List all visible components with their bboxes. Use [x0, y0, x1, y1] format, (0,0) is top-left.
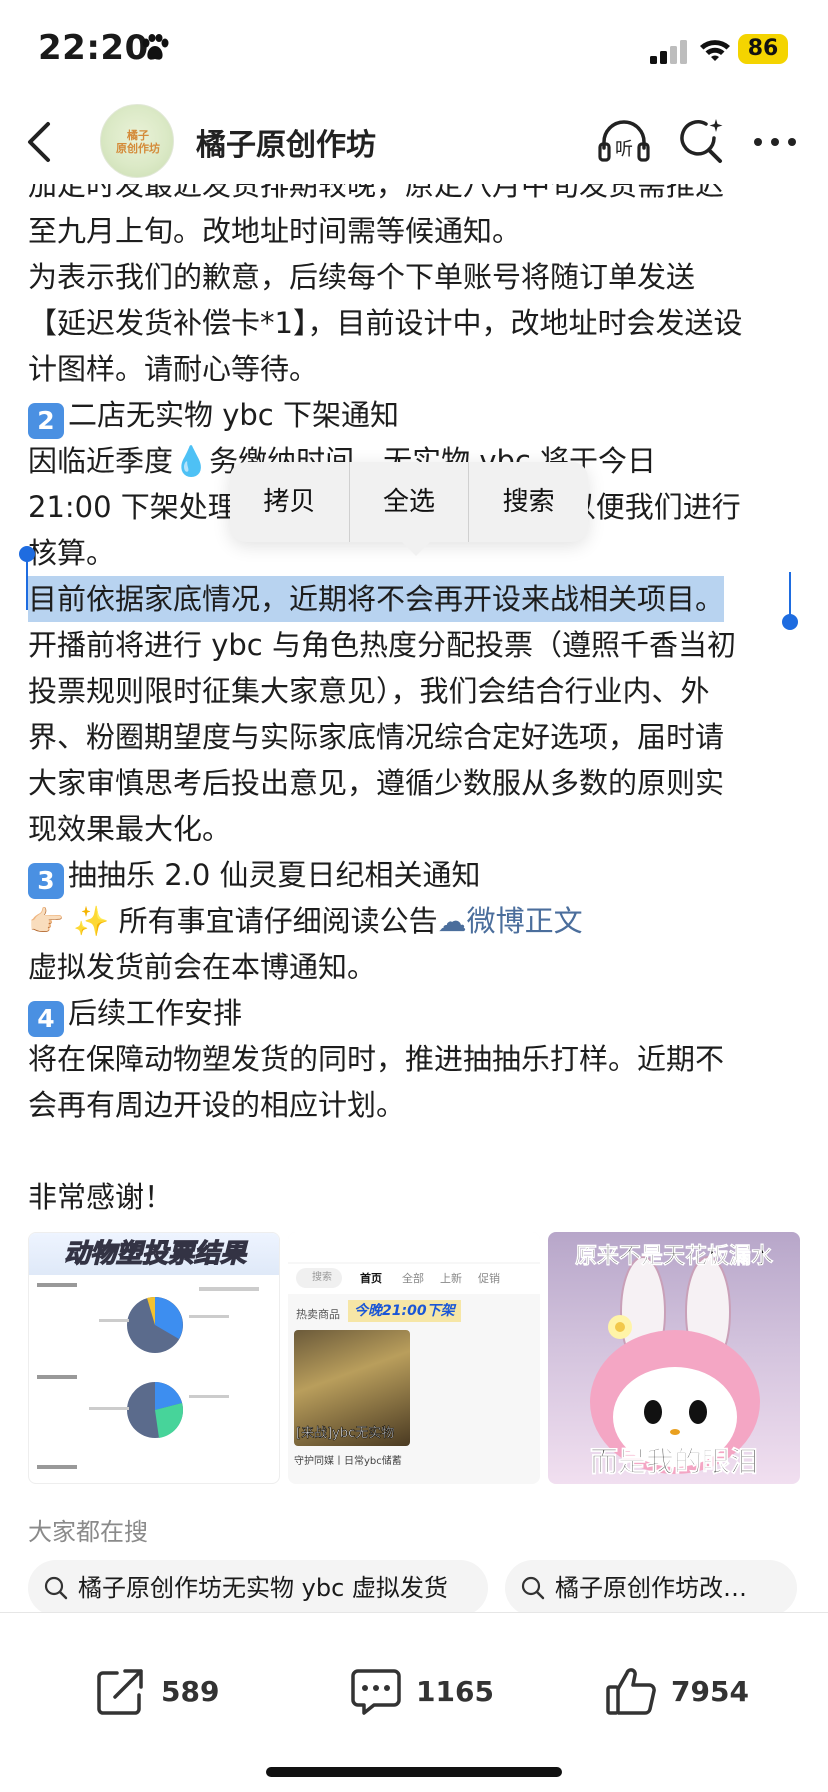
comment-count: 1165: [416, 1674, 494, 1708]
number-2-icon: 2: [28, 403, 64, 439]
post-line: 加定时发最近发货排期较晚，原定八月中旬发货需推迟: [28, 184, 725, 202]
image-meme[interactable]: 原来不是天花板漏水 而是我的眼泪: [548, 1232, 800, 1484]
copy-button[interactable]: 拷贝: [230, 462, 349, 542]
trending-searches-title: 大家都在搜: [28, 1518, 148, 1546]
share-count: 589: [161, 1674, 220, 1708]
search-icon: [521, 1576, 545, 1600]
comment-icon: [351, 1669, 401, 1715]
post-line: 开播前将进行 ybc 与角色热度分配投票（遵照千香当初: [28, 628, 736, 662]
section-heading-2: 2 二店无实物 ybc 下架通知: [28, 392, 808, 439]
back-icon[interactable]: [22, 120, 58, 164]
post-line: 计图样。请耐心等待。: [28, 352, 319, 386]
post-line: 现效果最大化。: [28, 812, 232, 846]
post-line: 将在保障动物塑发货的同时，推进抽抽乐打样。近期不: [28, 1042, 725, 1076]
avatar-text: 橘子 原创作坊: [116, 129, 160, 155]
post-images: 动物塑投票结果 搜索 首页 全部 上新 促销 热卖商品 今晚21:00下架 [来…: [28, 1232, 800, 1484]
like-button[interactable]: 7954: [605, 1663, 749, 1719]
selection-handle-end[interactable]: [782, 614, 798, 630]
selection-caret-end: [789, 572, 791, 616]
listen-icon[interactable]: 听: [597, 116, 651, 166]
weibo-link[interactable]: ☁微博正文: [438, 904, 583, 938]
image-shop-listing[interactable]: 搜索 首页 全部 上新 促销 热卖商品 今晚21:00下架 [来战]ybc无实物…: [288, 1232, 540, 1484]
selected-text[interactable]: 目前依据家底情况，近期将不会再开设来战相关项目。: [28, 576, 808, 622]
post-line: 👉🏻 ✨ 所有事宜请仔细阅读公告☁微博正文: [28, 904, 583, 938]
nav-bar: 橘子 原创作坊 橘子原创作坊 听: [0, 100, 828, 184]
link-cloud-icon: ☁: [437, 904, 467, 938]
share-icon: [97, 1669, 143, 1715]
like-count: 7954: [671, 1674, 749, 1708]
paw-icon: [142, 34, 169, 60]
more-icon[interactable]: [752, 136, 798, 148]
post-line: 大家审慎思考后投出意见，遵循少数服从多数的原则实: [28, 766, 725, 800]
select-all-button[interactable]: 全选: [350, 462, 469, 542]
post-line: 至九月上旬。改地址时间需等候通知。: [28, 214, 522, 248]
thumbs-up-icon: [606, 1668, 656, 1715]
battery-indicator: 86: [738, 34, 788, 64]
section-heading-4: 4 后续工作安排: [28, 990, 808, 1037]
account-name[interactable]: 橘子原创作坊: [196, 120, 376, 164]
pie-charts-graphic: [37, 1283, 259, 1469]
home-indicator: [266, 1767, 562, 1777]
shop-search-field: 搜索: [296, 1268, 342, 1288]
selection-caret-start: [26, 560, 28, 610]
post-line: 【延迟发货补偿卡*1】，目前设计中，改地址时会发送设: [28, 306, 743, 340]
status-time: 22:20: [38, 28, 149, 68]
wifi-icon: [700, 40, 730, 61]
search-suggestion-chip[interactable]: 橘子原创作坊无实物 ybc 虚拟发货: [28, 1560, 488, 1616]
avatar[interactable]: 橘子 原创作坊: [100, 104, 174, 178]
post-line: 会再有周边开设的相应计划。: [28, 1088, 406, 1122]
number-4-icon: 4: [28, 1001, 64, 1037]
number-3-icon: 3: [28, 863, 64, 899]
search-suggestion-chip[interactable]: 橘子原创作坊改…: [505, 1560, 797, 1616]
comment-button[interactable]: 1165: [350, 1663, 494, 1719]
post-line: 非常感谢！: [28, 1180, 174, 1214]
search-icon[interactable]: [676, 116, 726, 166]
image-vote-results[interactable]: 动物塑投票结果: [28, 1232, 280, 1484]
bottom-action-bar: 589 1165 7954: [0, 1612, 828, 1792]
post-line: 界、粉圈期望度与实际家底情况综合定好选项，届时请: [28, 720, 725, 754]
post-line: 投票规则限时征集大家意见），我们会结合行业内、外: [28, 674, 710, 708]
post-line: 虚拟发货前会在本博通知。: [28, 950, 377, 984]
post-line: 为表示我们的歉意，后续每个下单账号将随订单发送: [28, 260, 696, 294]
search-icon: [44, 1576, 68, 1600]
svg-text:听: 听: [615, 139, 633, 160]
section-heading-3: 3 抽抽乐 2.0 仙灵夏日纪相关通知: [28, 852, 808, 899]
status-bar: 22:20 86: [0, 0, 828, 100]
post-body: 加定时发最近发货排期较晚，原定八月中旬发货需推迟 至九月上旬。改地址时间需等候通…: [28, 184, 808, 1220]
search-button[interactable]: 搜索: [469, 462, 588, 542]
signal-icon: [650, 40, 687, 64]
product-card: [来战]ybc无实物: [294, 1330, 410, 1446]
text-context-menu: 拷贝 全选 搜索: [230, 462, 588, 556]
share-button[interactable]: 589: [95, 1663, 219, 1719]
